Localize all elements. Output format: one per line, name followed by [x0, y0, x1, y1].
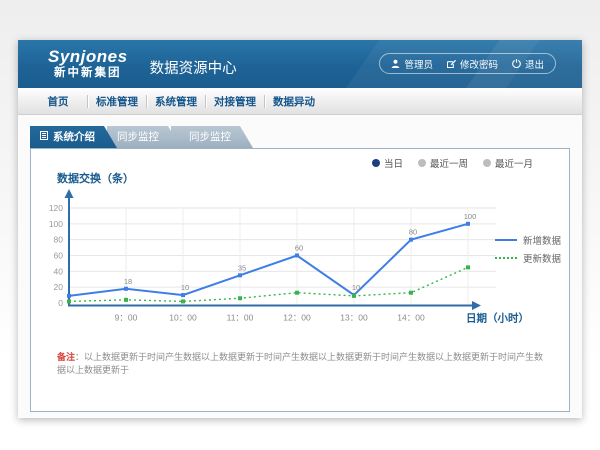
current-user[interactable]: 管理员 [391, 57, 433, 71]
time-range-filters: 当日 最近一周 最近一月 [372, 156, 533, 170]
main-nav: 首页 标准管理 系统管理 对接管理 数据异动 [18, 88, 582, 115]
svg-text:60: 60 [54, 251, 64, 261]
svg-text:0: 0 [58, 298, 63, 308]
svg-text:40: 40 [54, 266, 64, 276]
tab-label: 同步监控 [189, 126, 231, 148]
brand-subtitle: 新中新集团 [48, 67, 128, 80]
tab-sync-monitor-1[interactable]: 同步监控 [107, 126, 181, 148]
footnote-text: ：以上数据更新于时间产生数据以上数据更新于时间产生数据以上数据更新于时间产生数据… [57, 352, 543, 375]
tab-label: 系统介绍 [53, 126, 95, 148]
footnote-prefix: 备注 [57, 352, 75, 362]
green-dotted-line-icon [495, 257, 517, 259]
filter-label: 最近一周 [430, 156, 468, 170]
filter-last-month[interactable]: 最近一月 [483, 156, 533, 170]
y-axis-title: 数据交换（条） [57, 170, 134, 186]
nav-item-standard-mgmt[interactable]: 标准管理 [88, 94, 146, 109]
logout-button[interactable]: 退出 [512, 57, 544, 71]
chart-panel: 当日 最近一周 最近一月 数据交换（条） 0 20 40 60 80 100 120 9：00… [30, 148, 570, 412]
svg-text:80: 80 [54, 235, 64, 245]
change-password-label: 修改密码 [460, 57, 498, 71]
nav-item-home[interactable]: 首页 [29, 94, 87, 109]
nav-item-data-changes[interactable]: 数据异动 [265, 94, 323, 109]
document-icon [40, 126, 48, 148]
app-header: Synjones 新中新集团 数据资源中心 管理员 修改密码 退出 [18, 40, 582, 88]
content-area: 系统介绍 同步监控 同步监控 当日 最近一周 [18, 115, 582, 418]
nav-item-interface-mgmt[interactable]: 对接管理 [206, 94, 264, 109]
nav-item-system-mgmt[interactable]: 系统管理 [147, 94, 205, 109]
tab-bar: 系统介绍 同步监控 同步监控 [18, 115, 582, 148]
edit-icon [447, 59, 456, 68]
svg-text:60: 60 [295, 244, 303, 253]
radio-selected-icon [372, 159, 380, 167]
brand-logo: Synjones 新中新集团 [48, 48, 128, 79]
svg-text:100: 100 [49, 219, 63, 229]
svg-text:35: 35 [238, 263, 246, 272]
svg-text:10: 10 [352, 283, 360, 292]
tab-system-intro[interactable]: 系统介绍 [30, 126, 117, 148]
tab-label: 同步监控 [117, 126, 159, 148]
svg-text:80: 80 [409, 228, 417, 237]
user-name-label: 管理员 [404, 57, 433, 71]
svg-text:18: 18 [124, 277, 132, 286]
legend-item-updated-data[interactable]: 更新数据 [495, 249, 561, 267]
svg-text:120: 120 [49, 203, 63, 213]
legend-item-new-data[interactable]: 新增数据 [495, 231, 561, 249]
blue-line-icon [495, 239, 517, 241]
power-icon [512, 59, 521, 68]
legend-label: 新增数据 [523, 233, 561, 247]
svg-text:10: 10 [181, 283, 189, 292]
radio-icon [483, 159, 491, 167]
svg-text:11：00: 11：00 [227, 313, 254, 323]
svg-text:13：00: 13：00 [340, 313, 368, 323]
radio-icon [418, 159, 426, 167]
svg-text:20: 20 [54, 282, 64, 292]
chart-legend: 新增数据 更新数据 [495, 231, 561, 267]
app-window: Synjones 新中新集团 数据资源中心 管理员 修改密码 退出 [18, 40, 582, 418]
filter-today[interactable]: 当日 [372, 156, 403, 170]
svg-text:12：00: 12：00 [283, 313, 311, 323]
tab-sync-monitor-2[interactable]: 同步监控 [171, 126, 253, 148]
footnote: 备注：以上数据更新于时间产生数据以上数据更新于时间产生数据以上数据更新于时间产生… [57, 351, 547, 376]
logout-label: 退出 [525, 57, 544, 71]
svg-text:日期（小时）: 日期（小时） [466, 312, 529, 325]
user-toolbar: 管理员 修改密码 退出 [379, 53, 556, 74]
svg-text:10：00: 10：00 [169, 313, 197, 323]
svg-text:9：00: 9：00 [115, 313, 138, 323]
legend-label: 更新数据 [523, 251, 561, 265]
change-password-button[interactable]: 修改密码 [447, 57, 498, 71]
svg-text:100: 100 [464, 212, 477, 221]
user-icon [391, 59, 400, 68]
page-title: 数据资源中心 [150, 57, 237, 78]
filter-label: 最近一月 [495, 156, 533, 170]
svg-text:14：00: 14：00 [397, 313, 425, 323]
filter-last-week[interactable]: 最近一周 [418, 156, 468, 170]
brand-name: Synjones [48, 48, 128, 67]
filter-label: 当日 [384, 156, 403, 170]
